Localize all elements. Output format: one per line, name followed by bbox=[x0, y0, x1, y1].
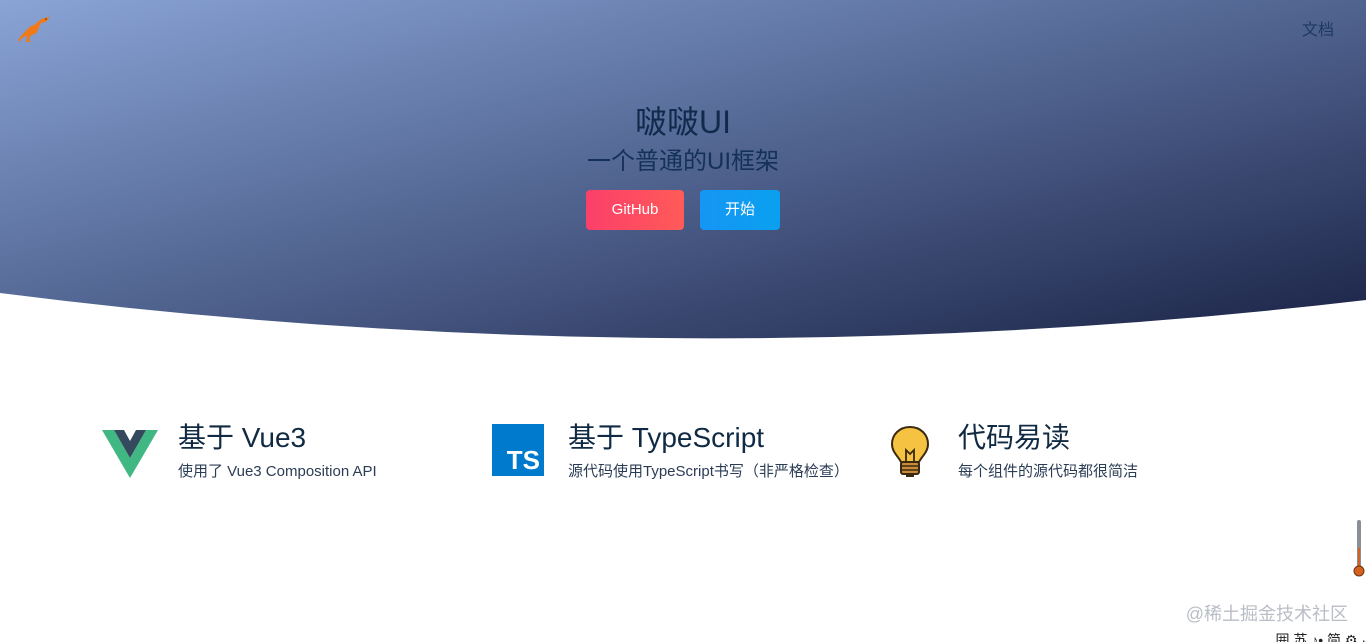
hero-actions: GitHub 开始 bbox=[0, 190, 1366, 230]
feature-description: 每个组件的源代码都很简洁 bbox=[958, 463, 1139, 480]
feature-readable: 代码易读 每个组件的源代码都很简洁 bbox=[882, 420, 1262, 490]
feature-vue3: 基于 Vue3 使用了 Vue3 Composition API bbox=[102, 420, 462, 490]
thermometer-icon[interactable] bbox=[1353, 518, 1365, 578]
lightbulb-icon bbox=[882, 424, 938, 480]
kangaroo-icon[interactable] bbox=[16, 14, 50, 44]
typescript-logo-icon: TS bbox=[492, 424, 544, 476]
feature-description: 使用了 Vue3 Composition API bbox=[178, 463, 377, 480]
hero-subtitle: 一个普通的UI框架 bbox=[587, 148, 779, 175]
hero-title: 啵啵UI bbox=[634, 104, 731, 140]
ime-toolbar[interactable]: 囲 苏 ♪• 简 ⚙ · bbox=[1275, 630, 1366, 642]
nav-docs-link[interactable]: 文档 bbox=[1302, 16, 1334, 40]
top-nav: 文档 bbox=[0, 0, 1366, 50]
watermark: @稀土掘金技术社区 bbox=[1185, 604, 1348, 624]
hero-content: 啵啵UI 一个普通的UI框架 GitHub 开始 bbox=[0, 100, 1366, 230]
feature-description: 源代码使用TypeScript书写（非严格检查） bbox=[568, 463, 849, 480]
feature-title: 基于 TypeScript bbox=[568, 422, 765, 453]
typescript-logo-text: TS bbox=[506, 445, 540, 475]
feature-title: 代码易读 bbox=[958, 422, 1071, 453]
page: 文档 啵啵UI 一个普通的UI框架 GitHub 开始 基于 Vue3 使用了 … bbox=[0, 0, 1366, 642]
github-button[interactable]: GitHub bbox=[586, 190, 684, 230]
feature-title: 基于 Vue3 bbox=[178, 422, 307, 453]
feature-typescript: TS 基于 TypeScript 源代码使用TypeScript书写（非严格检查… bbox=[492, 420, 882, 490]
start-button[interactable]: 开始 bbox=[700, 190, 780, 230]
vue-logo-icon bbox=[102, 424, 158, 480]
